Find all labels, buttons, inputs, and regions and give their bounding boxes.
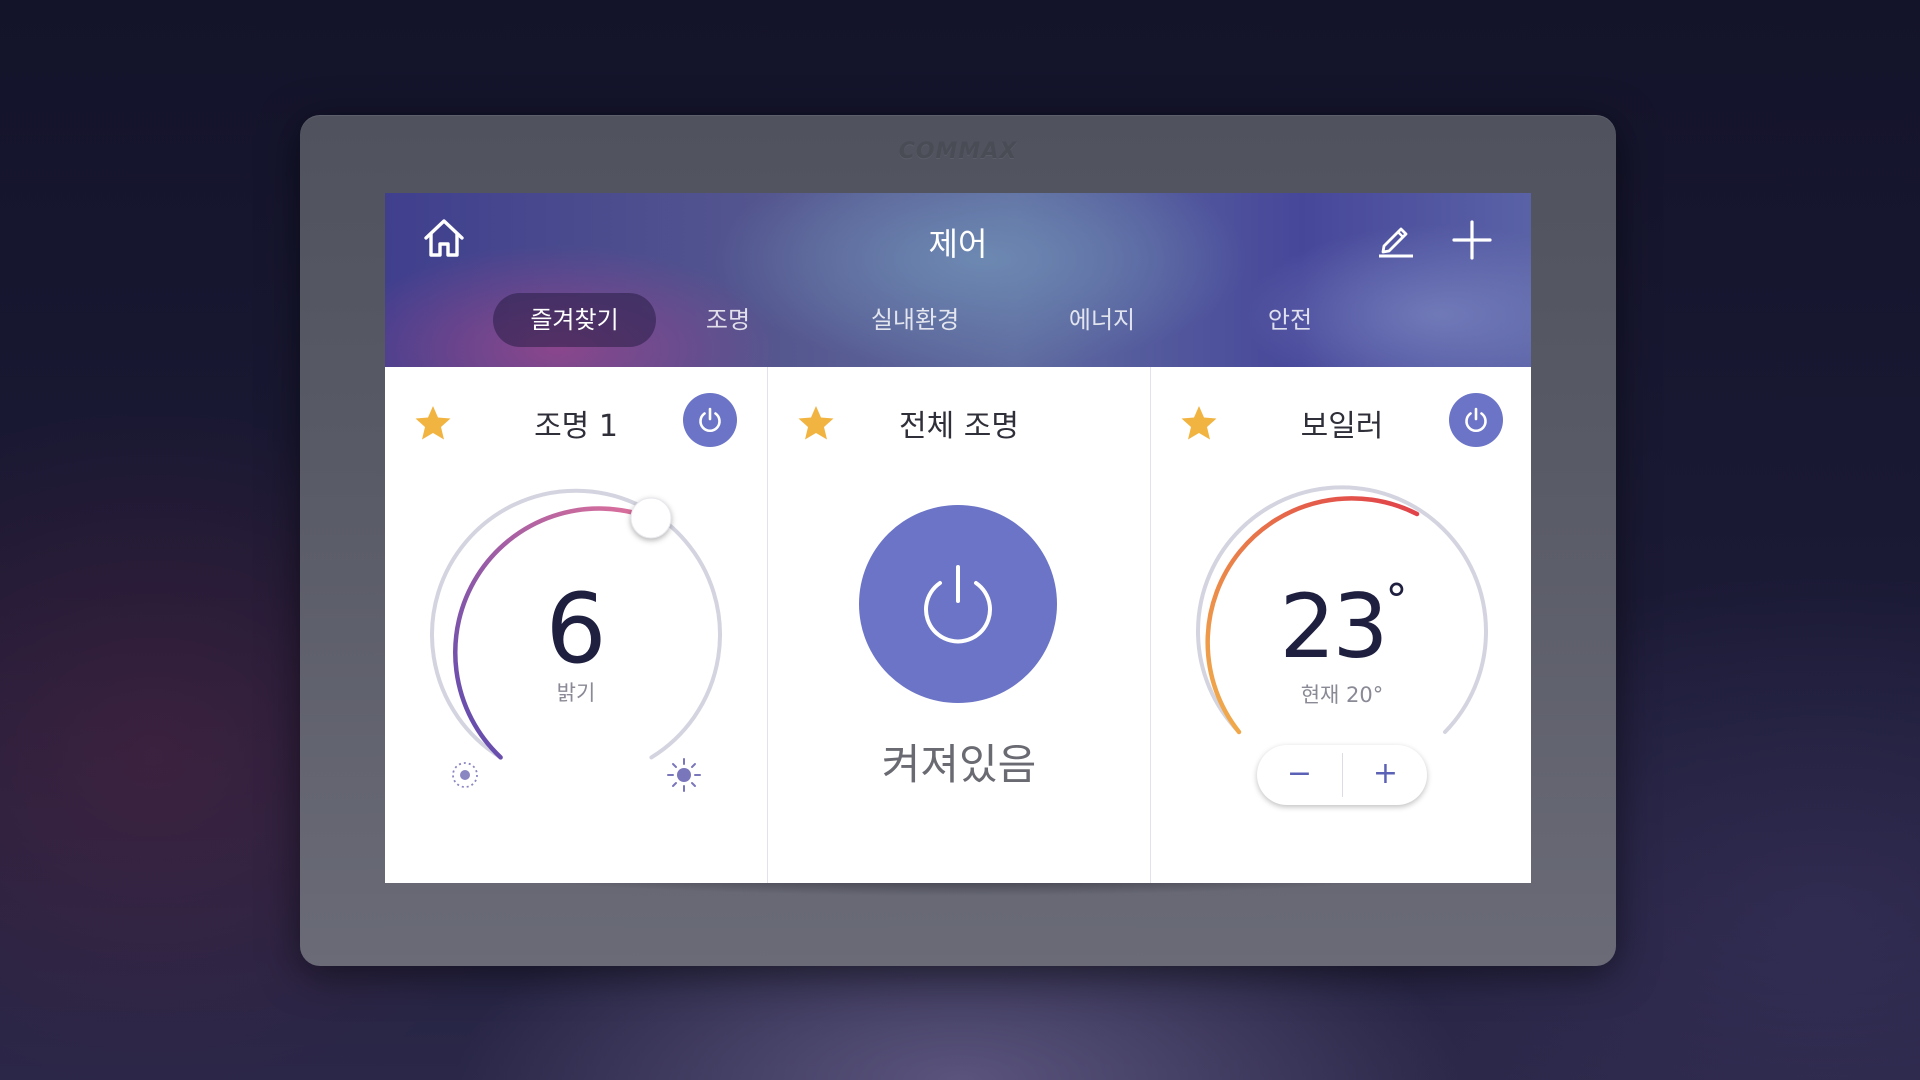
header: 제어 즐겨찾기 조명 실내환경 에너지 안전: [385, 193, 1531, 367]
current-temperature: 현재 20°: [1300, 683, 1384, 707]
sun-bright-icon: [667, 758, 701, 792]
all-lights-state: 켜져있음: [881, 740, 1037, 789]
target-temperature-value: 23: [1279, 575, 1389, 678]
tab-favorites[interactable]: 즐겨찾기: [493, 293, 656, 347]
brightness-knob[interactable]: [630, 497, 672, 539]
temperature-stepper: − +: [1257, 745, 1427, 805]
all-lights-title: 전체 조명: [899, 409, 1019, 444]
tab-indoor-environment[interactable]: 실내환경: [840, 293, 990, 347]
brand-logo: COMMAX: [898, 139, 1018, 164]
boiler-card: 보일러 23° 현재 20° − +: [1151, 367, 1531, 883]
brightness-value: 6: [545, 573, 607, 685]
all-lights-card: 전체 조명 켜져있음: [768, 367, 1150, 883]
increase-temp-button[interactable]: +: [1343, 745, 1428, 805]
tab-bar: 즐겨찾기 조명 실내환경 에너지 안전: [385, 293, 1531, 347]
tab-lighting[interactable]: 조명: [673, 293, 783, 347]
brightness-label: 밝기: [556, 681, 596, 705]
light1-card: 조명 1 6 밝기: [385, 367, 767, 883]
all-lights-power-button[interactable]: [859, 505, 1057, 703]
page-title: 제어: [928, 225, 988, 263]
tab-safety[interactable]: 안전: [1235, 293, 1345, 347]
decrease-temp-button[interactable]: −: [1257, 745, 1342, 805]
sun-dim-icon: [452, 762, 478, 788]
target-temperature: 23°: [1151, 575, 1531, 678]
power-icon: [924, 565, 992, 644]
plus-icon[interactable]: [1451, 219, 1493, 261]
tab-energy[interactable]: 에너지: [1037, 293, 1167, 347]
control-screen: 제어 즐겨찾기 조명 실내환경 에너지 안전 조명 1 6 밝기 전체 조명 켜…: [385, 193, 1531, 883]
pencil-icon[interactable]: [1375, 219, 1415, 259]
degree-symbol: °: [1385, 575, 1407, 626]
